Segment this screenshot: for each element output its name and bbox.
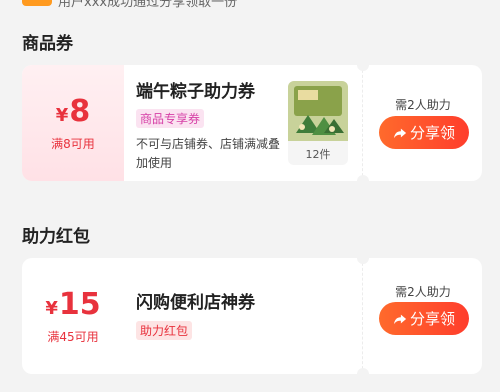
coupon-card-zongzi: ¥ 8 满8可用 端午粽子助力券 商品专享券 不可与店铺券、店铺满减叠加使用 1… <box>22 59 482 187</box>
coupon-action: 需2人助力 分享领 <box>357 59 482 187</box>
share-claim-button[interactable]: 分享领 <box>379 116 469 149</box>
product-count: 12件 <box>305 148 331 161</box>
coupon-amount: 15 <box>58 286 101 322</box>
coupon-condition: 满45可用 <box>47 329 99 344</box>
coupon-info: 端午粽子助力券 商品专享券 不可与店铺券、店铺满减叠加使用 12件 <box>124 65 362 181</box>
section-title-product-coupon: 商品券 <box>22 34 73 54</box>
currency-symbol: ¥ <box>55 104 69 126</box>
section-title-red-packet: 助力红包 <box>22 227 90 247</box>
coupon-condition: 满8可用 <box>51 136 95 151</box>
share-button-label: 分享领 <box>409 310 455 328</box>
zongzi-product-thumbnail <box>288 81 348 141</box>
coupon-action: 需2人助力 分享领 <box>357 252 482 380</box>
coupon-info: 闪购便利店神券 助力红包 <box>124 258 362 374</box>
product-preview[interactable]: 12件 <box>288 81 348 165</box>
help-requirement: 需2人助力 <box>395 285 451 299</box>
coupon-desc: 不可与店铺券、店铺满减叠加使用 <box>136 137 281 170</box>
coupon-value: ¥ 8 满8可用 <box>22 65 124 181</box>
top-notice-strip: 用户xxx成功通过分享领取一份 <box>0 0 500 8</box>
coupon-main: ¥ 15 满45可用 闪购便利店神券 助力红包 <box>22 258 362 374</box>
coupon-tag: 商品专享券 <box>136 109 205 128</box>
coupon-title: 闪购便利店神券 <box>136 293 255 313</box>
coupon-page: 用户xxx成功通过分享领取一份 商品券 ¥ 8 满8可用 端午粽子助力券 商品专… <box>0 0 500 392</box>
currency-symbol: ¥ <box>45 297 58 319</box>
share-claim-button[interactable]: 分享领 <box>379 302 469 335</box>
help-requirement: 需2人助力 <box>395 98 451 112</box>
share-button-label: 分享领 <box>409 124 455 142</box>
coupon-value: ¥ 15 满45可用 <box>22 258 124 374</box>
share-icon <box>393 314 407 324</box>
coupon-card-convenience: ¥ 15 满45可用 闪购便利店神券 助力红包 需2人助力 分享领 <box>22 252 482 380</box>
coupon-tag: 助力红包 <box>136 321 193 340</box>
notice-text: 用户xxx成功通过分享领取一份 <box>58 0 238 8</box>
notice-badge <box>22 0 52 6</box>
coupon-amount: 8 <box>69 93 91 129</box>
coupon-main: ¥ 8 满8可用 端午粽子助力券 商品专享券 不可与店铺券、店铺满减叠加使用 1… <box>22 65 362 181</box>
share-icon <box>393 128 407 138</box>
